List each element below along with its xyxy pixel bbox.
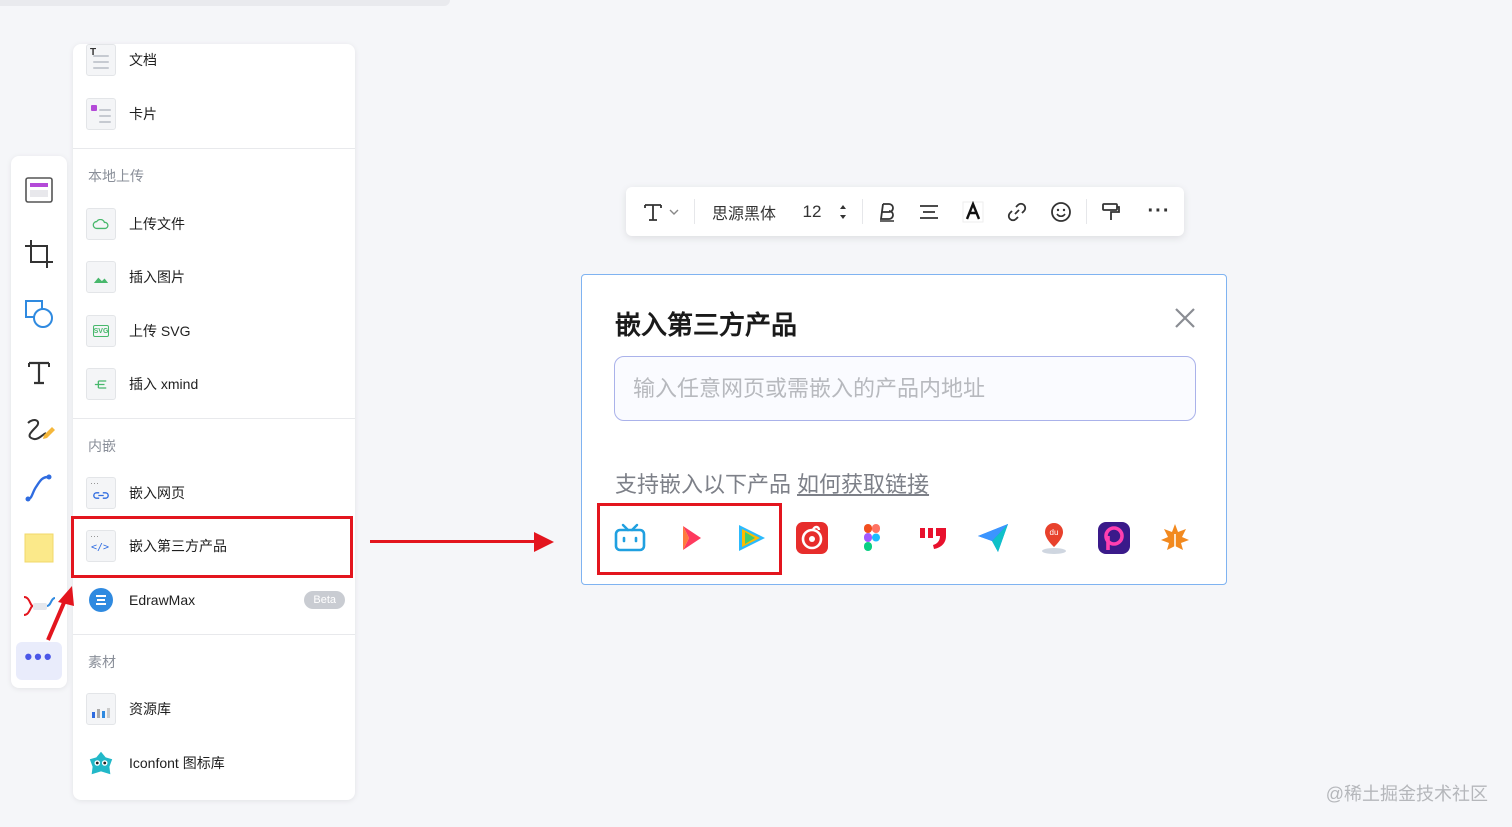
- support-text: 支持嵌入以下产品 如何获取链接: [615, 467, 929, 499]
- menu-item-resource-library[interactable]: 资源库: [85, 689, 345, 729]
- arrow-up-icon: [46, 586, 74, 641]
- align-icon: [920, 204, 938, 219]
- feishu-icon[interactable]: [973, 518, 1013, 558]
- dialog-title: 嵌入第三方产品: [615, 310, 798, 340]
- menu-item-insert-xmind[interactable]: 插入 xmind: [85, 364, 345, 404]
- menu-item-label: 插入图片: [129, 269, 185, 285]
- sticky-note-icon[interactable]: [19, 528, 59, 568]
- embed-url-input[interactable]: [614, 356, 1196, 421]
- divider: [73, 148, 355, 149]
- divider: [1086, 199, 1087, 224]
- menu-item-embed-webpage[interactable]: ··· 嵌入网页: [85, 473, 345, 513]
- insert-menu-panel: T 文档 卡片 本地上传 上传文件 插入图片 SVG 上传 SVG 插入 xmi…: [73, 44, 355, 800]
- support-label: 支持嵌入以下产品: [615, 472, 792, 497]
- more-icon: •••: [24, 644, 54, 669]
- text-color-icon: [962, 200, 984, 222]
- frame-panel-icon[interactable]: [19, 170, 59, 210]
- iconfont-icon: [85, 746, 117, 780]
- menu-item-label: Iconfont 图标库: [129, 755, 225, 771]
- menu-item-insert-image[interactable]: 插入图片: [85, 257, 345, 297]
- menu-item-iconfont[interactable]: Iconfont 图标库: [85, 743, 345, 783]
- shape-icon[interactable]: [19, 294, 59, 334]
- menu-item-upload-svg[interactable]: SVG 上传 SVG: [85, 311, 345, 351]
- highlight-video-products: [597, 503, 782, 575]
- library-icon: [85, 692, 117, 726]
- close-icon[interactable]: [1170, 303, 1200, 333]
- menu-item-label: 插入 xmind: [129, 376, 199, 392]
- menu-item-doc[interactable]: T 文档: [85, 40, 345, 80]
- link-icon: [1007, 202, 1027, 221]
- svg-text:du: du: [1050, 528, 1059, 537]
- upload-file-icon: [85, 207, 117, 241]
- text-icon[interactable]: [19, 352, 59, 392]
- text-type-dropdown[interactable]: [636, 187, 686, 236]
- more-button[interactable]: •••: [16, 642, 62, 680]
- smiley-icon: [1051, 201, 1071, 222]
- arrow-right-head-icon: [534, 532, 554, 552]
- font-size-value[interactable]: 12: [794, 187, 830, 236]
- text-color-button[interactable]: [958, 187, 988, 236]
- divider: [694, 199, 695, 224]
- emoji-button[interactable]: [1046, 187, 1076, 236]
- watermark: @稀土掘金技术社区: [1325, 784, 1488, 804]
- more-options-icon[interactable]: ···: [1144, 187, 1174, 236]
- menu-item-label: 卡片: [129, 106, 157, 122]
- menu-item-label: 上传 SVG: [129, 323, 191, 339]
- font-family-select[interactable]: 思源黑体: [704, 187, 784, 236]
- p-icon[interactable]: [1094, 518, 1134, 558]
- font-size-stepper[interactable]: [834, 187, 852, 236]
- bold-button[interactable]: [872, 187, 902, 236]
- card-icon: [85, 97, 117, 131]
- pen-icon[interactable]: [19, 410, 59, 450]
- maple-icon[interactable]: [1155, 518, 1195, 558]
- connector-icon[interactable]: [19, 468, 59, 508]
- highlight-embed-third-party: [71, 516, 353, 578]
- xmind-icon: [85, 367, 117, 401]
- section-embed: 内嵌: [88, 438, 116, 454]
- edrawmax-icon: [85, 583, 117, 617]
- format-painter-icon: [1102, 202, 1120, 220]
- menu-item-upload-file[interactable]: 上传文件: [85, 204, 345, 244]
- format-toolbar: 思源黑体 12 ···: [626, 187, 1184, 236]
- format-painter-button[interactable]: [1096, 187, 1126, 236]
- menu-item-label: 资源库: [129, 701, 171, 717]
- menu-item-label: 上传文件: [129, 216, 185, 232]
- divider: [862, 199, 863, 224]
- menu-item-label: 嵌入网页: [129, 485, 185, 501]
- align-button[interactable]: [914, 187, 944, 236]
- how-to-get-link[interactable]: 如何获取链接: [797, 472, 929, 497]
- svg-icon: SVG: [85, 314, 117, 348]
- chevron-down-icon: [669, 209, 679, 215]
- top-bar: [0, 0, 450, 6]
- menu-item-card[interactable]: 卡片: [85, 94, 345, 134]
- menu-item-label: EdrawMax: [129, 592, 196, 608]
- crop-icon[interactable]: [19, 234, 59, 274]
- svg-badge: SVG: [93, 325, 109, 337]
- figma-icon[interactable]: [852, 518, 892, 558]
- doc-icon: T: [85, 43, 117, 77]
- bold-icon: [879, 202, 894, 222]
- jianshu-icon[interactable]: [913, 518, 953, 558]
- arrow-right: [370, 540, 538, 543]
- baidu-map-icon[interactable]: du: [1034, 518, 1074, 558]
- stepper-icon: [840, 204, 846, 219]
- link-icon: ···: [85, 476, 117, 510]
- section-local-upload: 本地上传: [88, 168, 144, 184]
- menu-item-label: 文档: [129, 52, 157, 68]
- menu-item-edrawmax[interactable]: EdrawMax Beta: [85, 580, 345, 620]
- section-material: 素材: [88, 654, 116, 670]
- text-icon: [644, 203, 662, 221]
- netease-music-icon[interactable]: [792, 518, 832, 558]
- divider: [73, 418, 355, 419]
- beta-badge: Beta: [304, 591, 345, 609]
- image-icon: [85, 260, 117, 294]
- divider: [73, 634, 355, 635]
- link-button[interactable]: [1002, 187, 1032, 236]
